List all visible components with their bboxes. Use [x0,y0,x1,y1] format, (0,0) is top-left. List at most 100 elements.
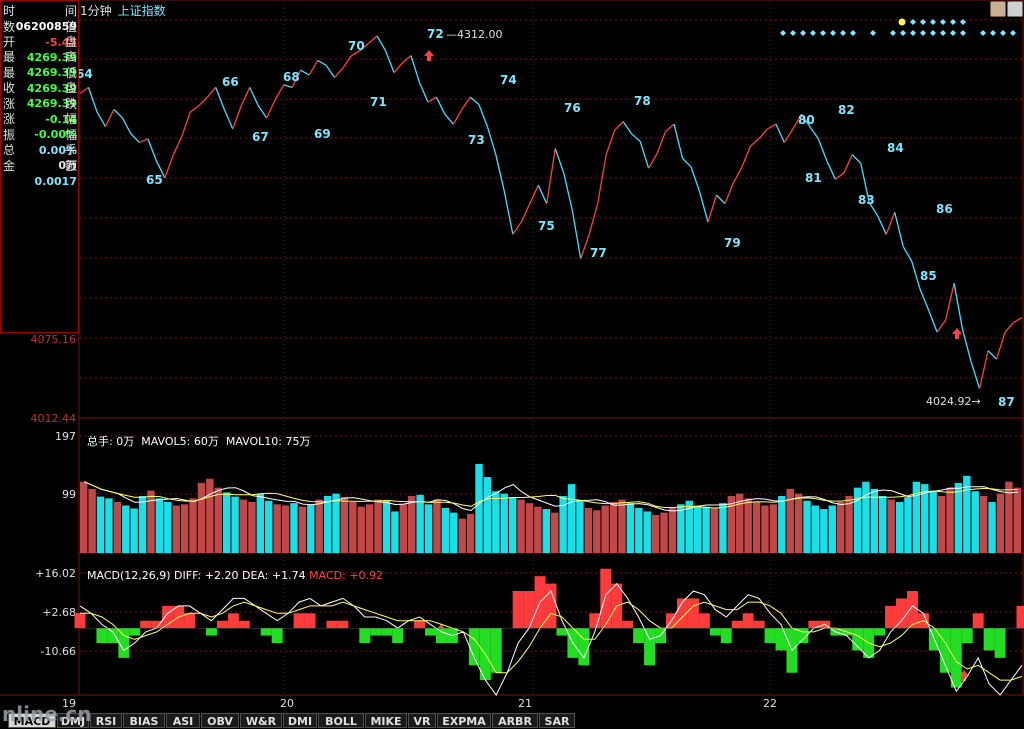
price-segment [427,96,437,103]
macd-bar [381,628,393,636]
volume-y-tick: 99 [62,488,76,501]
price-segment [834,172,845,180]
volume-bar [702,506,710,553]
macd-bar [906,591,918,629]
macd-bar [271,628,283,643]
wave-label: 81 [805,171,822,185]
volume-bar [752,501,761,553]
price-segment [206,86,217,98]
macd-bar [205,628,217,636]
price-segment [283,84,293,88]
info-label: 涨 [3,112,16,126]
price-segment [622,121,633,135]
wave-label: 76 [564,101,581,115]
macd-y-tick: +2.68 [42,606,76,619]
tab-arbr[interactable]: ARBR [492,713,538,728]
info-value: 0.0017 [34,175,77,188]
info-label: 最 [3,50,16,64]
info-label: 开 [3,35,16,49]
macd-header: MACD(12,26,9) DIFF: +2.20 DEA: +1.74 MAC… [80,556,383,582]
signal-diamond-icon [900,30,906,36]
volume-bar [248,501,256,553]
indicator-tabs: MACD DMJ RSI BIAS ASI OBV W&R DMI BOLL MIKE VR EXPM… [0,713,1024,729]
close-icon[interactable] [1007,1,1023,17]
macd-bar [512,591,524,629]
macd-name: MACD(12,26,9) [87,569,171,582]
info-value-row: 0.0017 [1,174,79,189]
signal-diamond-icon [810,30,816,36]
tab-mike[interactable]: MIKE [365,713,407,728]
volume-bar [500,493,508,553]
tab-bias[interactable]: BIAS [123,713,165,728]
volume-bar [853,487,862,553]
price-segment [452,109,463,125]
price-segment [970,361,981,389]
tab-expma[interactable]: EXPMA [437,713,491,728]
period-label[interactable]: 1分钟 [80,4,112,18]
signal-diamond-icon [960,30,966,36]
info-row: 最高 [1,50,79,65]
price-segment [444,113,454,125]
signal-diamond-icon [820,30,826,36]
signal-diamond-icon [980,30,986,36]
volume-bar [138,495,147,553]
macd-bar [304,613,316,629]
tab-obv[interactable]: OBV [201,713,239,728]
tab-wr[interactable]: W&R [240,713,282,728]
volume-bar [626,503,635,553]
info-label-2: 高 [64,50,77,64]
info-row: 最低 [1,66,79,81]
settings-icon[interactable] [990,1,1006,17]
macd-bar [698,613,710,629]
macd-bar [359,628,371,643]
index-name[interactable]: 上证指数 [118,4,166,18]
volume-bar [408,495,416,553]
volume-bar [584,507,593,553]
macd-bar [238,620,250,629]
volume-bar [668,507,677,553]
macd-bar [337,620,349,629]
tab-dmi[interactable]: DMI [283,713,317,728]
macd-bar [775,628,787,651]
price-segment [588,203,599,235]
price-segment [181,111,191,137]
price-segment [894,212,904,247]
price-segment [902,246,913,262]
price-segment [240,87,251,106]
price-segment [274,84,285,100]
price-segment [223,109,234,130]
info-row: 振幅 [1,128,79,143]
price-segment [104,109,115,127]
price-segment [147,138,157,162]
macd-bar [370,628,382,636]
tab-asi[interactable]: ASI [166,713,200,728]
volume-bar [1013,487,1021,553]
volume-bar [273,504,281,553]
price-segment [639,141,650,169]
tab-boll[interactable]: BOLL [318,713,364,728]
price-segment [87,87,98,113]
price-segment [1004,322,1015,333]
buy-arrow-icon [952,328,962,339]
tab-sar[interactable]: SAR [539,713,575,728]
volume-bar [96,496,105,553]
tab-rsi[interactable]: RSI [90,713,122,728]
price-segment [1013,317,1023,324]
info-label-2: 跌 [64,97,77,111]
price-segment [809,126,819,140]
volume-bar [567,484,576,553]
macd-bar [107,628,119,643]
wave-label: 72 [427,27,444,41]
volume-bar [803,500,811,553]
macd-bar [326,620,338,629]
price-segment [512,221,522,235]
macd-bar [414,620,426,629]
info-label-2: 盘 [64,35,77,49]
volume-bar [643,511,651,553]
volume-bar [651,514,660,553]
tab-vr[interactable]: VR [408,713,436,728]
macd-bar [227,613,239,629]
price-segment [546,148,556,204]
volume-bar [382,500,391,553]
volume-bar [525,503,534,553]
